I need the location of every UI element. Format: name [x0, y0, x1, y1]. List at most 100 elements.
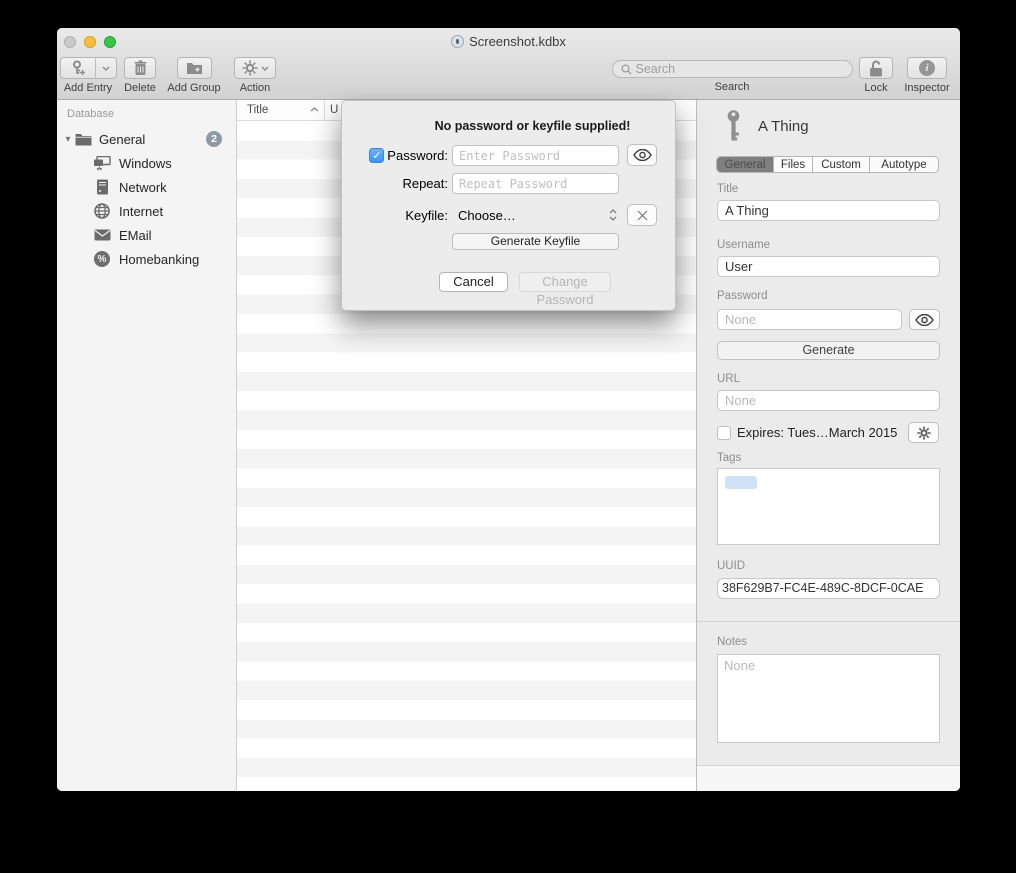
inspector-button[interactable]: i	[907, 57, 947, 79]
url-field[interactable]	[717, 390, 940, 411]
search-tool: Search	[610, 57, 854, 93]
sidebar: Database ▾ General 2	[57, 100, 237, 791]
search-label: Search	[715, 81, 750, 93]
repeat-label: Repeat:	[402, 176, 448, 191]
titlebar[interactable]: Screenshot.kdbx	[57, 28, 960, 56]
tab-custom[interactable]: Custom	[812, 157, 869, 172]
search-icon	[621, 64, 632, 75]
add-entry-tool: Add Entry	[59, 57, 117, 94]
chevron-down-icon	[261, 66, 269, 71]
password-field[interactable]	[717, 309, 902, 330]
chevron-down-icon	[102, 66, 110, 71]
username-field[interactable]	[717, 256, 940, 277]
notes-field[interactable]	[717, 654, 940, 743]
cancel-button[interactable]: Cancel	[439, 272, 508, 292]
window-title: Screenshot.kdbx	[469, 34, 566, 49]
count-badge: 2	[206, 131, 222, 147]
sidebar-item-internet[interactable]: Internet	[57, 199, 236, 223]
lock-button[interactable]	[859, 57, 893, 79]
tag-chip[interactable]	[725, 476, 757, 489]
add-group-label: Add Group	[167, 82, 220, 94]
delete-label: Delete	[124, 82, 156, 94]
tab-general[interactable]: General	[717, 157, 773, 172]
key-icon	[726, 110, 742, 143]
password-input[interactable]	[452, 145, 619, 166]
inspector-divider	[697, 621, 960, 622]
unlock-icon	[867, 60, 885, 77]
tab-files[interactable]: Files	[773, 157, 812, 172]
entry-header: A Thing	[726, 110, 939, 143]
reveal-password-button[interactable]	[909, 309, 940, 330]
lock-tool: Lock	[856, 57, 896, 94]
homebanking-percent-icon: %	[92, 251, 112, 267]
eye-icon	[915, 314, 934, 326]
sidebar-item-label: Homebanking	[119, 252, 199, 267]
add-group-tool: Add Group	[163, 57, 225, 94]
add-entry-dropdown-button[interactable]	[95, 58, 116, 78]
expires-label: Expires: Tues…March 2015	[737, 425, 897, 440]
window-chrome: Screenshot.kdbx	[57, 28, 960, 100]
title-field[interactable]	[717, 200, 940, 221]
sort-ascending-icon	[310, 107, 319, 112]
sidebar-item-label: EMail	[119, 228, 152, 243]
sidebar-item-network[interactable]: Network	[57, 175, 236, 199]
sidebar-item-general[interactable]: ▾ General 2	[57, 127, 236, 151]
tab-autotype[interactable]: Autotype	[869, 157, 938, 172]
disclosure-triangle-icon[interactable]: ▾	[62, 134, 74, 145]
password-checkbox[interactable]: ✓	[369, 148, 384, 163]
title-field-label: Title	[717, 183, 960, 195]
inspector-tool: i Inspector	[903, 57, 951, 94]
desktop-background: Screenshot.kdbx	[0, 0, 1016, 873]
add-group-button[interactable]	[177, 57, 212, 79]
search-field[interactable]	[612, 60, 853, 78]
reveal-password-button[interactable]	[627, 144, 657, 166]
tags-label: Tags	[717, 452, 960, 464]
close-x-icon	[637, 210, 648, 221]
dialog-message: No password or keyfile supplied!	[342, 119, 675, 133]
sidebar-section-header: Database	[57, 108, 236, 120]
action-label: Action	[240, 82, 271, 94]
uuid-field[interactable]: 38F629B7-FC4E-489C-8DCF-0CAE	[717, 578, 940, 599]
keyfile-label: Keyfile:	[405, 208, 448, 223]
expires-settings-button[interactable]	[908, 422, 939, 443]
gear-icon	[242, 60, 258, 76]
add-entry-label: Add Entry	[64, 82, 112, 94]
tags-box[interactable]	[717, 468, 940, 545]
stepper-icon	[609, 209, 619, 221]
change-password-button[interactable]: Change Password	[519, 272, 611, 292]
password-field-label: Password	[717, 290, 960, 302]
network-server-icon	[92, 179, 112, 195]
window-title-area: Screenshot.kdbx	[57, 34, 960, 49]
delete-button[interactable]	[124, 57, 156, 79]
clear-keyfile-button[interactable]	[627, 204, 657, 226]
sidebar-item-homebanking[interactable]: % Homebanking	[57, 247, 236, 271]
generate-password-button[interactable]: Generate	[717, 341, 940, 360]
keyfile-selected-value: Choose…	[452, 208, 516, 223]
action-button[interactable]	[234, 57, 276, 79]
eye-icon	[633, 149, 652, 161]
folder-icon	[74, 133, 92, 146]
column-header-title[interactable]: Title	[237, 100, 325, 120]
email-icon	[92, 229, 112, 241]
sidebar-item-label: General	[99, 132, 145, 147]
windows-icon	[92, 156, 112, 171]
expires-checkbox[interactable]	[717, 426, 731, 440]
sidebar-item-label: Network	[119, 180, 167, 195]
folder-plus-icon	[186, 61, 203, 75]
repeat-password-input[interactable]	[452, 173, 619, 194]
generate-keyfile-button[interactable]: Generate Keyfile	[452, 233, 619, 250]
keyfile-popup[interactable]: Choose…	[452, 208, 619, 223]
add-entry-button[interactable]	[61, 58, 95, 78]
url-field-label: URL	[717, 373, 960, 385]
sidebar-item-windows[interactable]: Windows	[57, 151, 236, 175]
delete-tool: Delete	[119, 57, 161, 94]
uuid-label: UUID	[717, 560, 960, 572]
username-field-label: Username	[717, 239, 960, 251]
password-label: Password:	[387, 148, 448, 163]
action-tool: Action	[229, 57, 281, 94]
lock-label: Lock	[864, 82, 887, 94]
document-icon	[451, 35, 464, 48]
sidebar-item-label: Windows	[119, 156, 172, 171]
search-input[interactable]	[636, 62, 844, 76]
sidebar-item-email[interactable]: EMail	[57, 223, 236, 247]
